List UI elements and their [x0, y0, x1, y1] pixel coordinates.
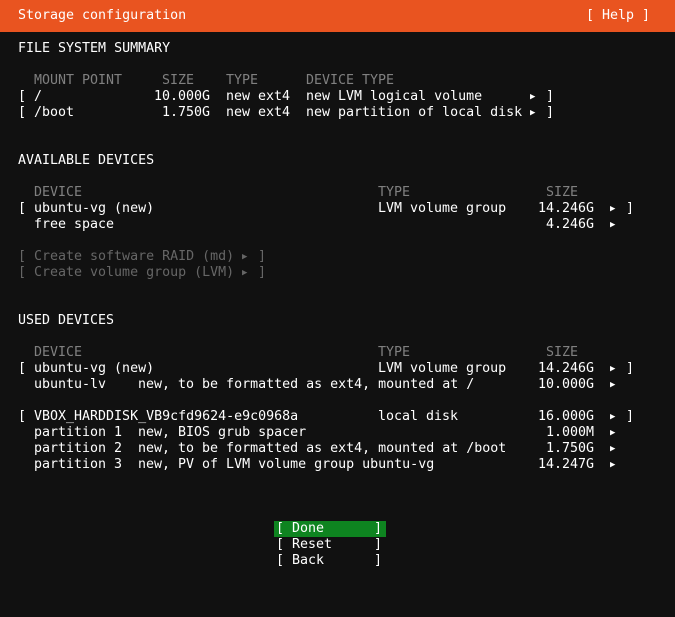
- arrow-right-icon: ▶: [610, 220, 616, 230]
- right-bracket: ]: [258, 265, 267, 280]
- left-bracket: [: [18, 265, 27, 280]
- device-type: new LVM logical volume: [306, 89, 483, 104]
- arrow-right-icon: ▶: [530, 92, 536, 102]
- page-title: Storage configuration: [18, 8, 187, 23]
- size: 14.247G: [538, 457, 595, 472]
- col-header-device-type: DEVICE TYPE: [306, 73, 395, 88]
- size: 14.246G: [538, 361, 595, 376]
- col-header-type: TYPE: [226, 73, 259, 88]
- arrow-right-icon: ▶: [242, 252, 248, 262]
- mount-point: /: [34, 89, 43, 104]
- right-bracket: ]: [626, 409, 635, 424]
- device-name: VBOX_HARDDISK_VB9cfd9624-e9c0968a: [34, 409, 299, 424]
- description: new, BIOS grub spacer: [138, 425, 307, 440]
- size: 4.246G: [546, 217, 595, 232]
- col-header-size: SIZE: [162, 73, 195, 88]
- device-type: LVM volume group: [378, 361, 507, 376]
- left-bracket: [: [18, 361, 27, 376]
- section-title-fs-summary: FILE SYSTEM SUMMARY: [18, 41, 171, 56]
- size: 16.000G: [538, 409, 595, 424]
- device-name: partition 2: [34, 441, 123, 456]
- right-bracket: ]: [626, 361, 635, 376]
- device-type: local disk: [378, 409, 459, 424]
- button-label: Reset: [292, 537, 333, 552]
- device-name: ubuntu-vg (new): [34, 201, 155, 216]
- left-bracket: [: [276, 537, 285, 552]
- left-bracket: [: [276, 553, 285, 568]
- button-label: Back: [292, 553, 325, 568]
- device-name: free space: [34, 217, 115, 232]
- right-bracket: ]: [373, 521, 382, 536]
- device-type: new partition of local disk: [306, 105, 523, 120]
- device-name: partition 3: [34, 457, 123, 472]
- arrow-right-icon: ▶: [242, 268, 248, 278]
- right-bracket: ]: [546, 89, 555, 104]
- left-bracket: [: [18, 105, 27, 120]
- done-button[interactable]: [ Done ]: [274, 521, 386, 537]
- left-bracket: [: [18, 249, 27, 264]
- right-bracket: ]: [373, 537, 382, 552]
- col-header-type: TYPE: [378, 345, 411, 360]
- device-type: LVM volume group: [378, 201, 507, 216]
- right-bracket: ]: [258, 249, 267, 264]
- size: 10.000G: [154, 89, 211, 104]
- device-name: ubuntu-vg (new): [34, 361, 155, 376]
- col-header-size: SIZE: [546, 185, 579, 200]
- arrow-right-icon: ▶: [610, 412, 616, 422]
- col-header-type: TYPE: [378, 185, 411, 200]
- back-button[interactable]: [ Back ]: [274, 553, 386, 569]
- right-bracket: ]: [373, 553, 382, 568]
- button-label: Create volume group (LVM): [34, 265, 235, 280]
- size: 1.000M: [546, 425, 595, 440]
- size: 1.750G: [162, 105, 211, 120]
- device-name: ubuntu-lv: [34, 377, 107, 392]
- right-bracket: ]: [546, 105, 555, 120]
- arrow-right-icon: ▶: [610, 460, 616, 470]
- col-header-mount-point: MOUNT POINT: [34, 73, 123, 88]
- left-bracket: [: [18, 201, 27, 216]
- col-header-device: DEVICE: [34, 345, 83, 360]
- size: 14.246G: [538, 201, 595, 216]
- description: new, to be formatted as ext4, mounted at…: [138, 377, 475, 392]
- title-bar: Storage configuration [ Help ]: [0, 0, 675, 32]
- section-title-available: AVAILABLE DEVICES: [18, 153, 155, 168]
- button-label: Create software RAID (md): [34, 249, 235, 264]
- arrow-right-icon: ▶: [610, 428, 616, 438]
- col-header-size: SIZE: [546, 345, 579, 360]
- right-bracket: ]: [626, 201, 635, 216]
- description: new, PV of LVM volume group ubuntu-vg: [138, 457, 435, 472]
- arrow-right-icon: ▶: [530, 108, 536, 118]
- size: 1.750G: [546, 441, 595, 456]
- arrow-right-icon: ▶: [610, 380, 616, 390]
- mount-point: /boot: [34, 105, 75, 120]
- fs-type: new ext4: [226, 105, 291, 120]
- description: new, to be formatted as ext4, mounted at…: [138, 441, 507, 456]
- arrow-right-icon: ▶: [610, 204, 616, 214]
- reset-button[interactable]: [ Reset ]: [274, 537, 386, 553]
- arrow-right-icon: ▶: [610, 444, 616, 454]
- col-header-device: DEVICE: [34, 185, 83, 200]
- section-title-used: USED DEVICES: [18, 313, 115, 328]
- help-button[interactable]: [ Help ]: [586, 8, 650, 23]
- arrow-right-icon: ▶: [610, 364, 616, 374]
- size: 10.000G: [538, 377, 595, 392]
- left-bracket: [: [276, 521, 285, 536]
- left-bracket: [: [18, 409, 27, 424]
- device-name: partition 1: [34, 425, 123, 440]
- left-bracket: [: [18, 89, 27, 104]
- button-label: Done: [292, 521, 325, 536]
- fs-type: new ext4: [226, 89, 291, 104]
